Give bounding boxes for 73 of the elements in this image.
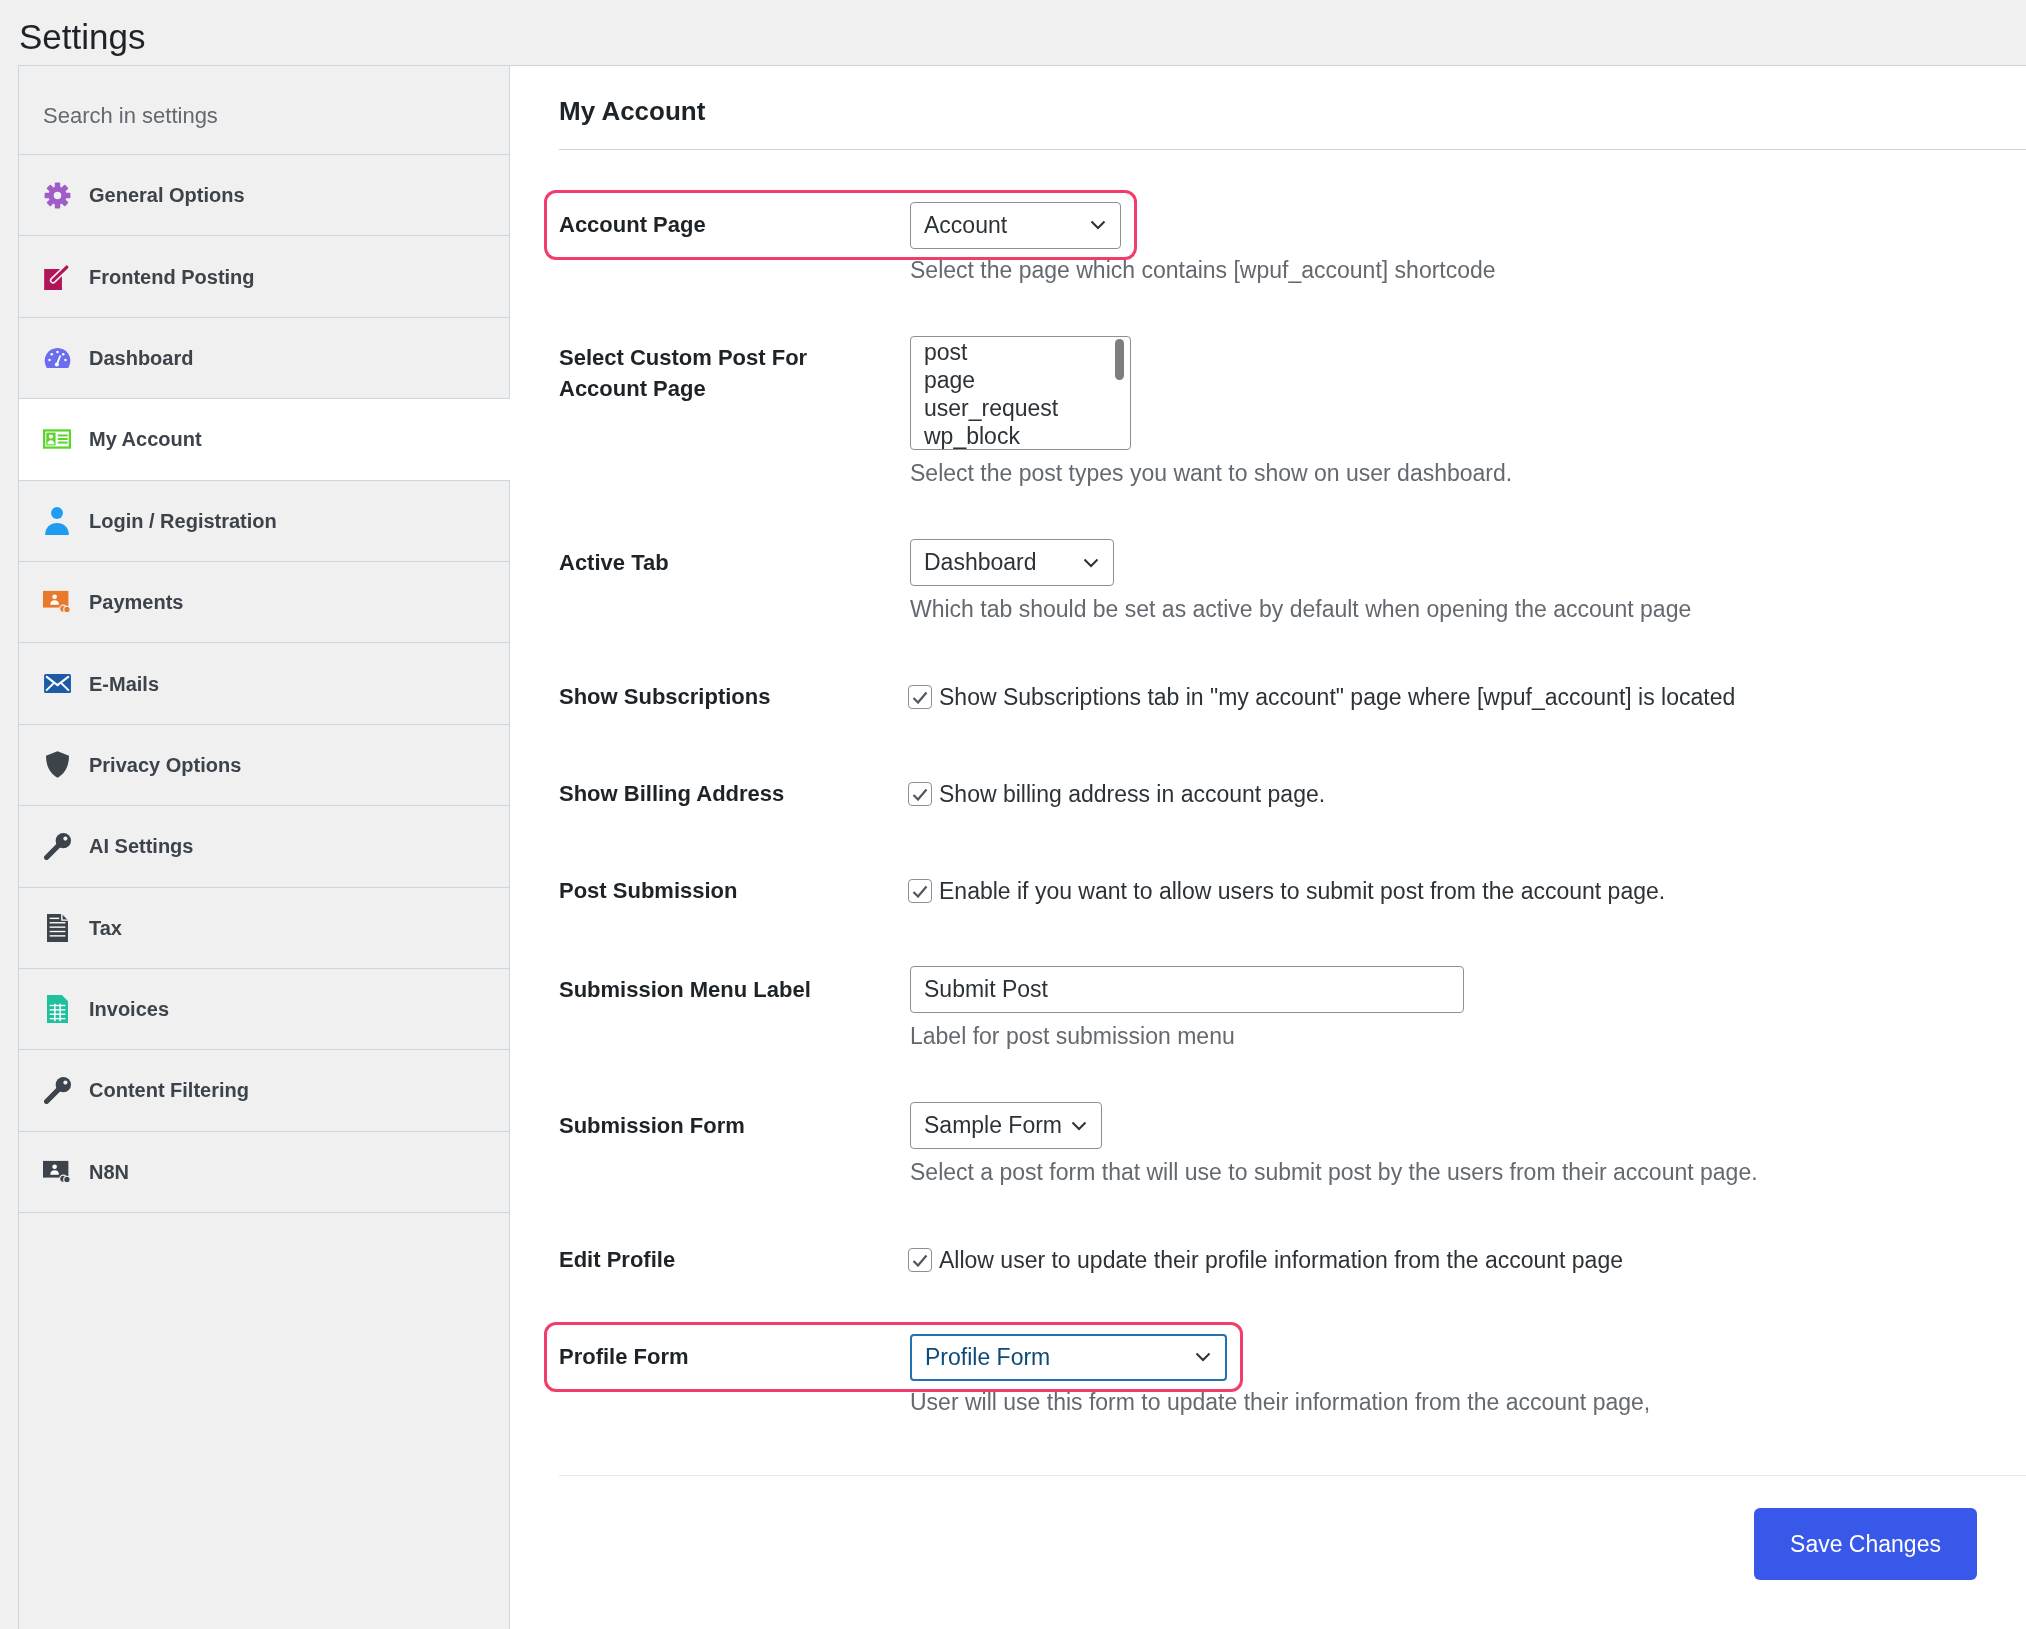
- setting-label: Show Subscriptions: [559, 683, 771, 711]
- dropdown[interactable]: Profile Form: [910, 1333, 1227, 1381]
- setting-label: Select Custom Post For Account Page: [559, 344, 809, 403]
- chevron-down-icon: [1195, 1352, 1211, 1362]
- check-icon: [912, 1253, 928, 1267]
- checkbox[interactable]: [908, 685, 932, 709]
- listbox-option[interactable]: user_request: [911, 394, 1130, 422]
- sidebar-item[interactable]: General Options: [19, 155, 510, 237]
- sidebar-item[interactable]: AI Settings: [19, 806, 510, 888]
- key-icon: [43, 1077, 71, 1104]
- page-title: Settings: [19, 17, 146, 57]
- listbox-option[interactable]: page: [911, 366, 1130, 394]
- chevron-down-icon: [1083, 557, 1099, 568]
- setting-description: Select the page which contains [wpuf_account] shortcode: [910, 257, 1496, 283]
- user-card-icon: [43, 1159, 71, 1184]
- pencil-square-icon: [43, 263, 71, 291]
- sidebar-item[interactable]: Login / Registration: [19, 480, 510, 562]
- sidebar-item[interactable]: Frontend Posting: [19, 236, 510, 318]
- setting-label: Submission Menu Label: [559, 975, 811, 1004]
- gear-icon: [43, 181, 71, 209]
- listbox-option[interactable]: wp_block: [911, 422, 1130, 449]
- sidebar-item[interactable]: E-Mails: [19, 643, 510, 725]
- sidebar-item[interactable]: N8N: [19, 1131, 510, 1214]
- chevron-down-icon: [1071, 1120, 1087, 1131]
- setting-label: Active Tab: [559, 548, 669, 577]
- sidebar-item[interactable]: Payments: [19, 561, 510, 644]
- checkbox-label: Show Subscriptions tab in "my account" page where [wpuf_account] is located: [939, 682, 1736, 712]
- setting-description: Which tab should be set as active by default when opening the account page: [910, 596, 1692, 622]
- spreadsheet-icon: [46, 995, 68, 1024]
- save-button[interactable]: Save Changes: [1754, 1508, 1977, 1580]
- gauge-icon: [43, 347, 71, 368]
- sidebar-item[interactable]: Privacy Options: [19, 724, 510, 807]
- listbox-option[interactable]: post: [911, 338, 1130, 366]
- checkbox[interactable]: [908, 879, 932, 903]
- setting-label: Submission Form: [559, 1111, 745, 1140]
- setting-description: Select the post types you want to show on user dashboard.: [910, 460, 1513, 486]
- checkbox-label: Enable if you want to allow users to submit post from the account page.: [939, 876, 1666, 906]
- sidebar-item[interactable]: Tax: [19, 887, 510, 969]
- check-icon: [912, 884, 928, 898]
- setting-label: Show Billing Address: [559, 780, 785, 808]
- dropdown[interactable]: Dashboard: [910, 539, 1114, 586]
- section-title: My Account: [559, 95, 706, 128]
- sidebar-item[interactable]: Dashboard: [19, 317, 510, 400]
- setting-description: Label for post submission menu: [910, 1023, 1235, 1049]
- checkbox[interactable]: [908, 782, 932, 806]
- key-icon: [43, 832, 71, 860]
- setting-label: Account Page: [559, 211, 706, 239]
- dropdown[interactable]: Account: [910, 201, 1121, 249]
- sidebar-item[interactable]: My Account: [19, 399, 510, 481]
- dropdown[interactable]: Sample Form: [910, 1102, 1102, 1149]
- check-icon: [912, 690, 928, 704]
- setting-label: Edit Profile: [559, 1246, 676, 1274]
- checkbox-label: Allow user to update their profile information from the account page: [939, 1245, 1623, 1275]
- document-icon: [46, 913, 68, 942]
- sidebar-item[interactable]: Content Filtering: [19, 1050, 510, 1132]
- checkbox[interactable]: [908, 1248, 932, 1272]
- check-icon: [912, 787, 928, 801]
- scrollbar-thumb[interactable]: [1115, 339, 1124, 380]
- setting-description: User will use this form to update their information from the account page,: [910, 1389, 1651, 1415]
- search-field[interactable]: Search in settings: [19, 66, 510, 155]
- sidebar-item[interactable]: Invoices: [19, 968, 510, 1051]
- id-card-icon: [43, 429, 71, 450]
- chevron-down-icon: [1090, 220, 1106, 230]
- setting-label: Profile Form: [559, 1343, 689, 1371]
- shield-icon: [45, 751, 69, 779]
- setting-description: Select a post form that will use to submit post by the users from their account page.: [910, 1159, 1758, 1185]
- user-card-icon: [43, 590, 71, 615]
- setting-label: Post Submission: [559, 877, 738, 905]
- user-icon: [45, 506, 69, 535]
- text-field[interactable]: Submit Post: [910, 966, 1464, 1013]
- checkbox-label: Show billing address in account page.: [939, 779, 1326, 809]
- post-type-listbox[interactable]: post page user_request wp_block: [910, 336, 1131, 450]
- envelope-icon: [43, 674, 71, 694]
